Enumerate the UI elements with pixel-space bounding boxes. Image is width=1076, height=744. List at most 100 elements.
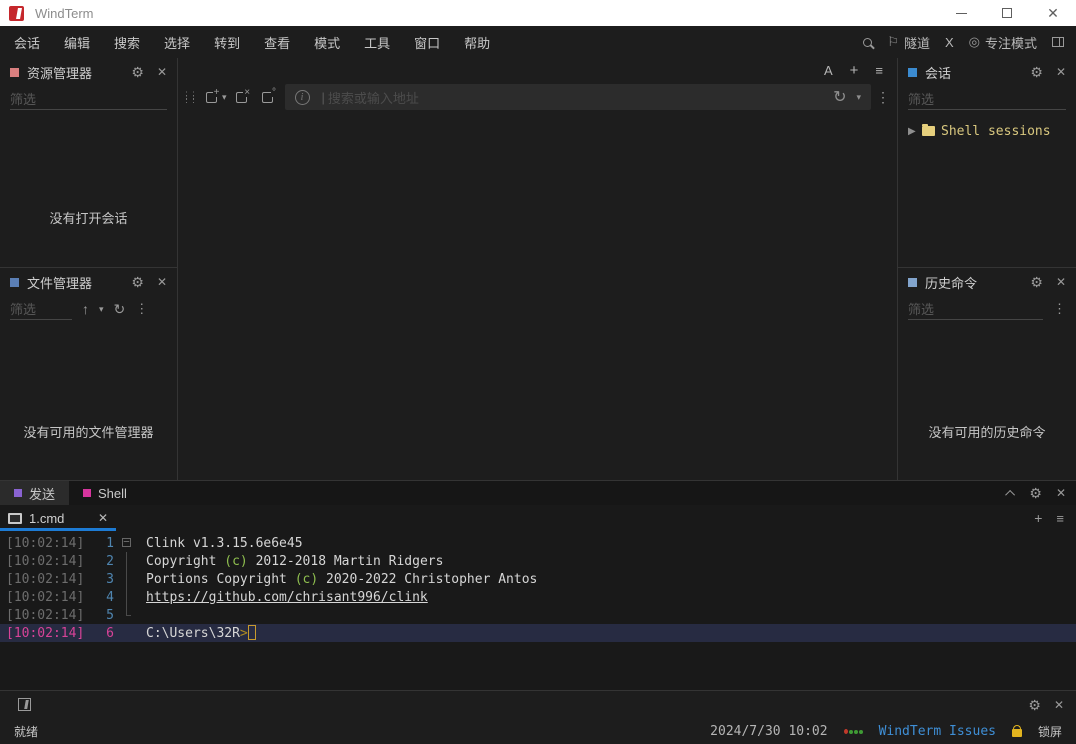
address-dropdown-icon[interactable]: ▾ [856,92,861,103]
close-icon[interactable]: ✕ [1056,276,1066,288]
lock-screen-button[interactable]: 锁屏 [1038,723,1062,740]
close-icon[interactable]: ✕ [157,66,167,78]
x-button[interactable]: X [945,35,954,50]
fold-marker-icon[interactable]: – [114,534,140,552]
line-number: 3 [86,572,114,587]
layout-icon[interactable] [1052,37,1064,47]
menu-item[interactable]: 查看 [252,26,302,58]
windterm-logo-icon [9,6,24,21]
send-tab-icon [14,489,22,497]
up-arrow-icon[interactable]: ↑ [82,301,89,317]
tunnel-button[interactable]: ⚐ 隧道 [887,33,930,52]
line-text: C:\Users\32R> [140,625,256,641]
history-panel: 历史命令 ⚙ ✕ 筛选 ⋮ 没有可用的历史命令 [898,268,1076,480]
search-icon[interactable] [863,38,872,47]
focus-mode-button[interactable]: ◎ 专注模式 [969,33,1037,52]
shell-tab-label: Shell [98,486,127,501]
history-empty-area: 没有可用的历史命令 [898,322,1076,480]
tree-expand-icon[interactable]: ▶ [908,126,916,137]
close-icon[interactable]: ✕ [157,276,167,288]
tree-item-shell-sessions[interactable]: ▶ Shell sessions [908,120,1068,142]
menu-item[interactable]: 搜索 [102,26,152,58]
collapse-panel-icon[interactable] [1006,489,1016,499]
tab-shell[interactable]: Shell [69,481,141,505]
line-timestamp: [10:02:14] [0,590,86,605]
hamburger-menu-icon[interactable]: ≡ [875,63,883,78]
tab-1cmd[interactable]: 1.cmd ✕ [0,505,116,531]
tunnel-label: 隧道 [904,33,930,52]
session-panel-title: 会话 [925,63,951,82]
close-icon[interactable]: ✕ [1054,699,1064,711]
terminal-line: [10:02:14]2Copyright (c) 2012-2018 Marti… [0,552,1076,570]
tab-list-icon[interactable]: ≡ [1056,511,1064,526]
reload-icon[interactable]: ↻ [833,87,846,107]
history-panel-header: 历史命令 ⚙ ✕ [898,268,1076,296]
file-manager-filter-input[interactable]: 筛选 [10,298,72,320]
address-bar[interactable]: i | 搜索或输入地址 ↻ ▾ [285,84,871,110]
line-text: Copyright (c) 2012-2018 Martin Ridgers [140,554,443,569]
center-toolbar: ⋮⋮⋮⋮ + ▾ × ° i | 搜索或输入地址 ↻ ▾ ⋮ [178,82,897,112]
font-a-icon[interactable]: A [824,63,833,78]
close-icon[interactable]: ✕ [1056,66,1066,78]
session-tree: ▶ Shell sessions [898,112,1076,142]
menu-item[interactable]: 窗口 [402,26,452,58]
menu-item[interactable]: 帮助 [452,26,502,58]
gear-icon[interactable]: ⚙ [1028,698,1041,712]
tab-send[interactable]: 发送 [0,481,69,505]
fold-line [114,588,140,606]
close-button[interactable]: ✕ [1030,0,1076,26]
chevron-down-icon[interactable]: ▾ [99,304,104,315]
send-tab-label: 发送 [29,484,55,503]
windterm-issues-link[interactable]: WindTerm Issues [879,724,996,739]
session-panel-icon [908,68,917,77]
address-placeholder: 搜索或输入地址 [328,88,833,107]
info-icon[interactable]: i [295,90,310,105]
line-timestamp: [10:02:14] [0,554,86,569]
close-tab-icon[interactable]: ✕ [98,511,108,525]
line-number: 4 [86,590,114,605]
refresh-icon[interactable]: ↻ [114,301,126,318]
close-icon: ✕ [1047,6,1059,20]
menu-item[interactable]: 转到 [202,26,252,58]
reopen-session-button[interactable]: ° [255,86,281,108]
gear-icon[interactable]: ⚙ [1030,65,1043,79]
menu-item[interactable]: 会话 [0,26,52,58]
explorer-panel: 资源管理器 ⚙ ✕ 筛选 没有打开会话 [0,58,177,268]
center-empty-area [178,112,897,480]
menu-item[interactable]: 工具 [352,26,402,58]
new-tab-icon[interactable]: + [1034,510,1042,526]
menu-bar-right: ⚐ 隧道 X ◎ 专注模式 [863,33,1076,52]
close-session-button[interactable]: × [229,86,255,108]
menu-item[interactable]: 编辑 [52,26,102,58]
toolbar-more-icon[interactable]: ⋮ [875,89,891,106]
explorer-filter-input[interactable]: 筛选 [10,88,167,110]
line-number: 1 [86,536,114,551]
explorer-panel-title: 资源管理器 [27,63,92,82]
close-icon[interactable]: ✕ [1056,487,1066,499]
line-timestamp: [10:02:14] [0,536,86,551]
explorer-empty-area: 没有打开会话 [0,112,177,267]
maximize-button[interactable] [984,0,1030,26]
gear-icon[interactable]: ⚙ [131,65,144,79]
drag-grip[interactable]: ⋮⋮⋮⋮ [182,93,194,101]
history-filter-input[interactable]: 筛选 [908,298,1043,320]
gear-icon[interactable]: ⚙ [1029,486,1042,500]
gear-icon[interactable]: ⚙ [1030,275,1043,289]
line-timestamp: [10:02:14] [0,626,86,641]
right-sidebar: 会话 ⚙ ✕ 筛选 ▶ Shell sessions 历史命令 [897,58,1076,480]
cmd-file-icon [8,513,22,524]
menu-item[interactable]: 模式 [302,26,352,58]
gear-icon[interactable]: ⚙ [131,275,144,289]
minimize-button[interactable] [938,0,984,26]
new-session-button[interactable]: + [198,86,224,108]
menu-item[interactable]: 选择 [152,26,202,58]
line-text: https://github.com/chrisant996/clink [140,590,428,605]
add-icon[interactable]: + [850,62,859,79]
more-menu-icon[interactable]: ⋮ [135,301,148,317]
terminal-output[interactable]: [10:02:14]1–Clink v1.3.15.6e6e45[10:02:1… [0,531,1076,690]
bottom-tab-row: 发送 Shell ⚙ ✕ [0,481,1076,505]
more-menu-icon[interactable]: ⋮ [1053,301,1066,317]
status-ready: 就绪 [14,723,38,740]
windterm-panel-icon[interactable] [18,698,31,711]
session-filter-input[interactable]: 筛选 [908,88,1066,110]
